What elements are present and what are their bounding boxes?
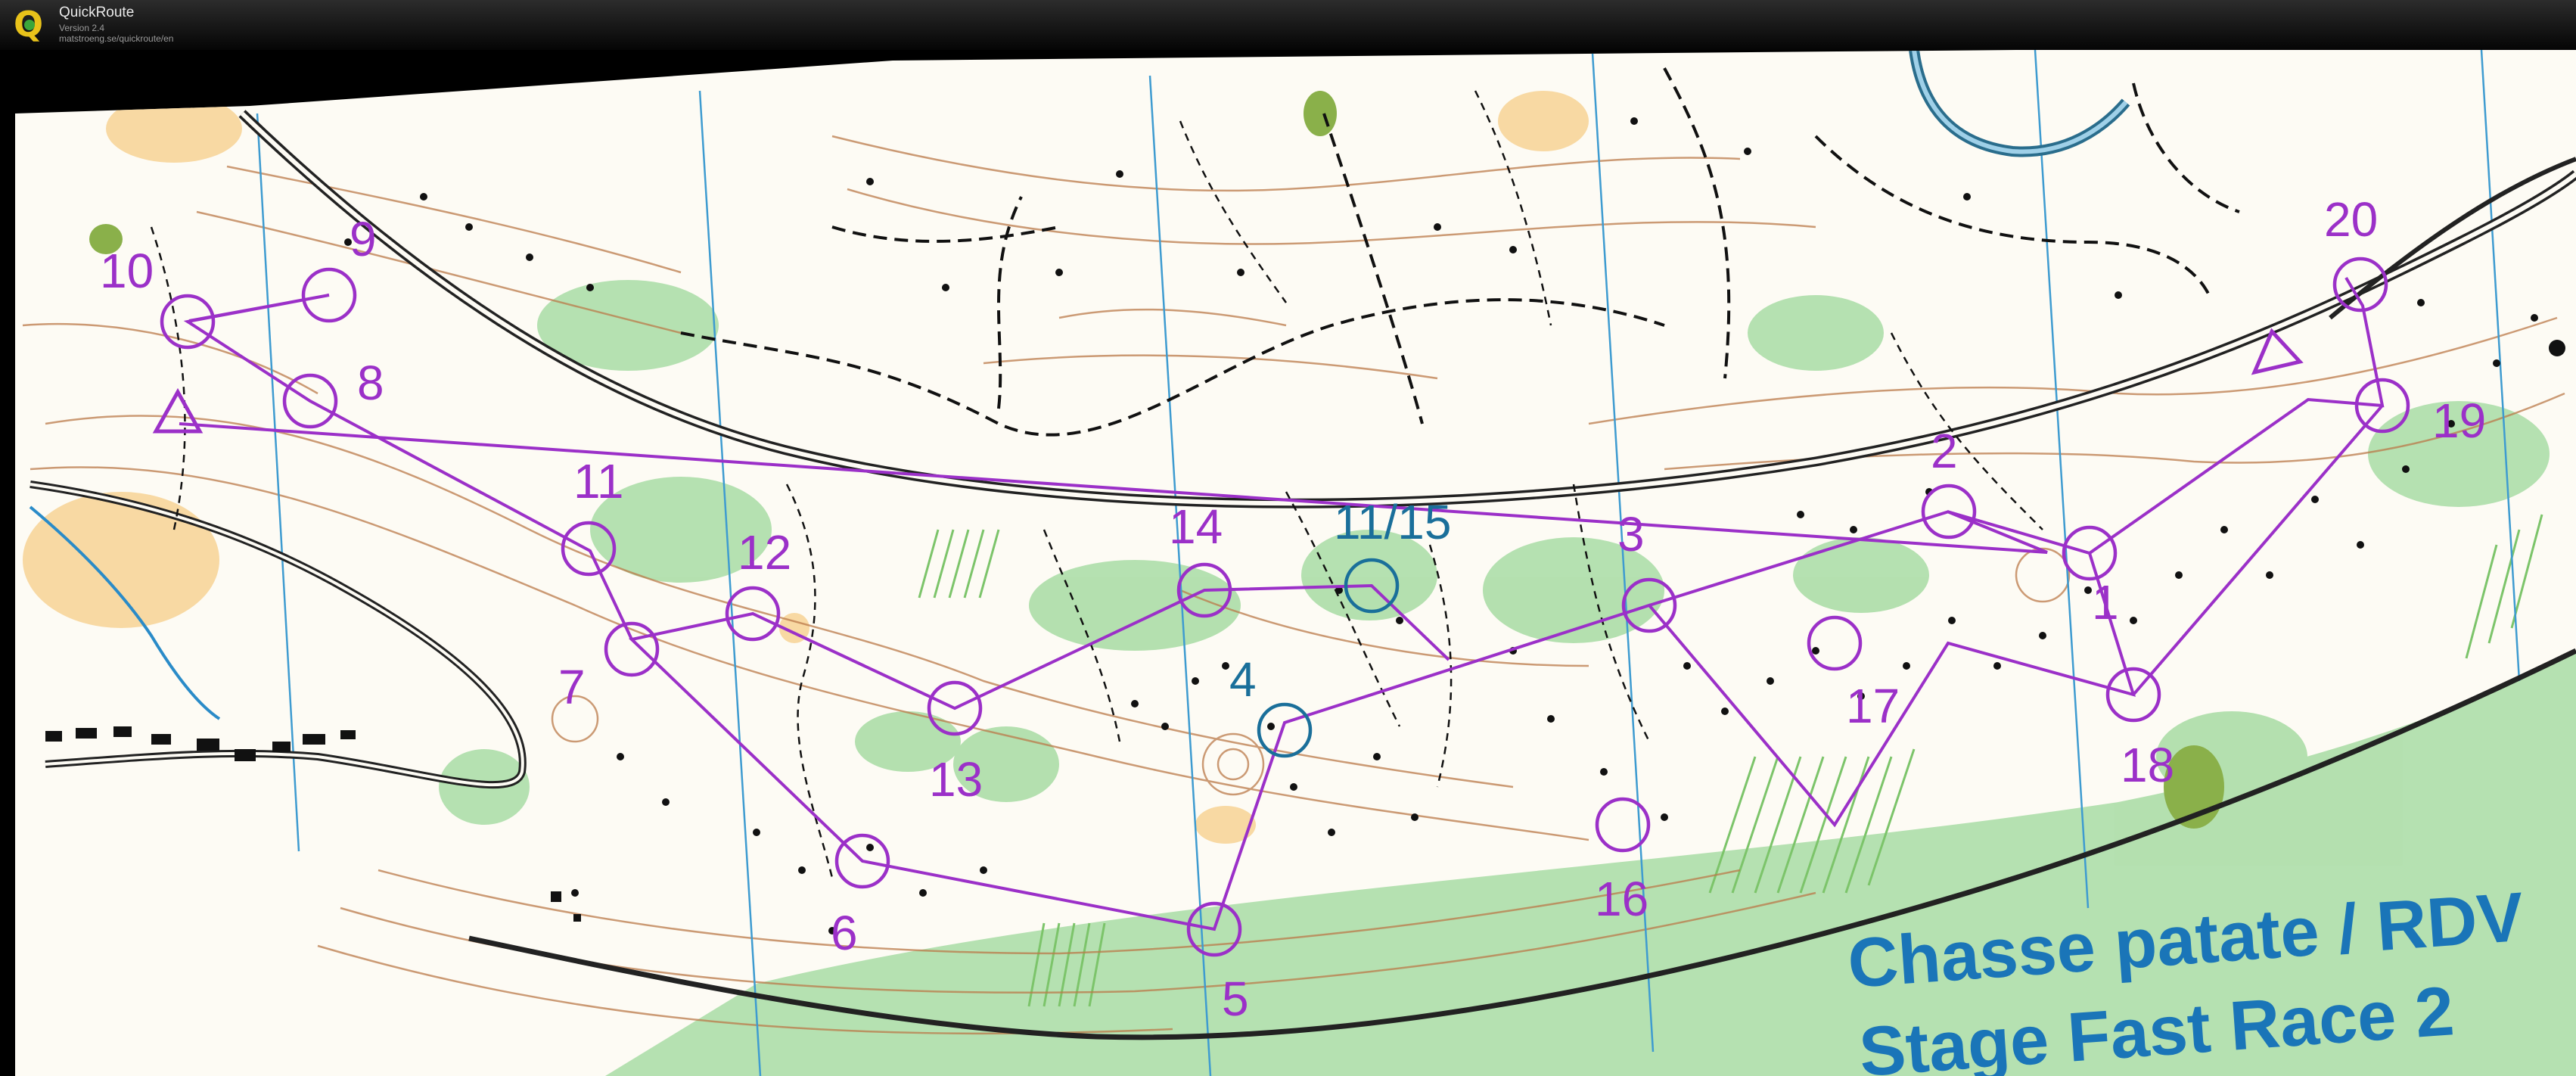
control-label-14: 14 (1169, 499, 1223, 554)
title-bar: Q QuickRoute Version 2.4 matstroeng.se/q… (0, 0, 2576, 50)
control-label-17: 17 (1846, 679, 1900, 733)
control-label-5: 5 (1222, 972, 1249, 1026)
app-version: Version 2.4 (59, 23, 105, 33)
app-url: matstroeng.se/quickroute/en (59, 33, 174, 44)
control-label-18: 18 (2121, 738, 2174, 792)
control-label-3: 3 (1617, 507, 1645, 561)
quickroute-logo-icon: Q (14, 6, 44, 42)
control-label-6: 6 (831, 906, 858, 960)
app-name: QuickRoute (59, 5, 135, 20)
control-label-8: 8 (357, 356, 384, 410)
control-label-16: 16 (1595, 872, 1648, 926)
control-label-12: 12 (738, 525, 791, 580)
control-label-10: 10 (100, 244, 154, 298)
orienteering-map[interactable]: 1 2 3 4 5 6 7 8 9 10 11 12 13 14 11/15 1… (0, 50, 2576, 1076)
control-label-2: 2 (1931, 424, 1958, 478)
control-label-7: 7 (558, 660, 586, 714)
control-label-11: 11 (573, 454, 623, 508)
control-label-20: 20 (2324, 192, 2378, 247)
control-label-1: 1 (2092, 575, 2119, 630)
control-label-13: 13 (929, 752, 983, 807)
control-label-9: 9 (350, 212, 377, 266)
control-label-19: 19 (2432, 393, 2486, 448)
control-label-4: 4 (1229, 652, 1257, 707)
control-label-11-15: 11/15 (1334, 495, 1451, 549)
